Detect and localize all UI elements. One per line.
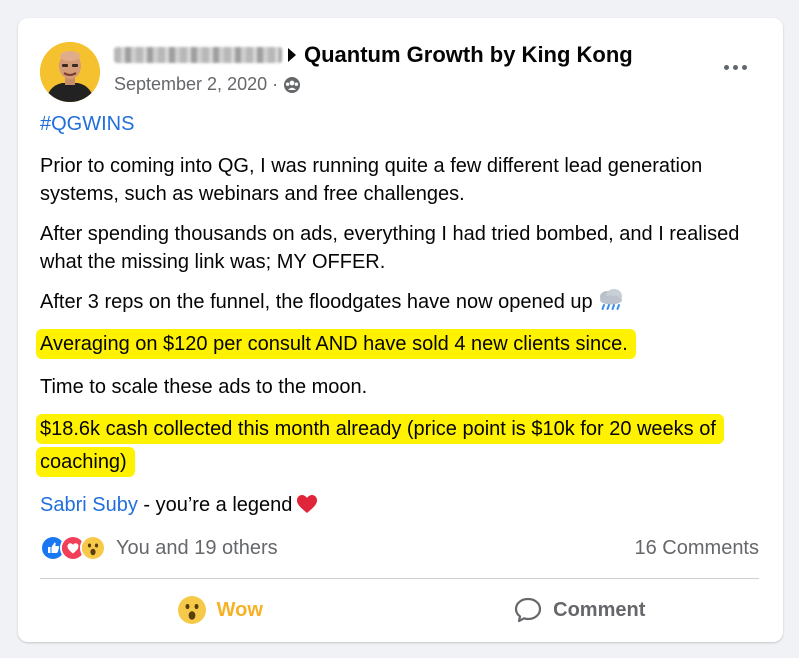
wow-icon bbox=[80, 535, 106, 561]
heart-icon bbox=[297, 495, 318, 513]
highlighted-paragraph: $18.6k cash collected this month already… bbox=[36, 413, 731, 479]
reaction-icons[interactable] bbox=[40, 535, 106, 561]
post-meta: September 2, 2020 · bbox=[114, 74, 301, 95]
wow-label: Wow bbox=[216, 598, 263, 621]
highlight-text: Averaging on $120 per consult AND have s… bbox=[36, 329, 636, 359]
post-paragraph: Prior to coming into QG, I was running q… bbox=[40, 155, 703, 205]
wow-reaction-button[interactable]: Wow bbox=[40, 584, 400, 636]
post-header: Quantum Growth by King Kong September 2,… bbox=[40, 38, 763, 102]
comment-icon bbox=[515, 597, 542, 623]
reactions-summary: You and 19 others 16 Comments bbox=[40, 532, 759, 564]
more-options-icon[interactable] bbox=[717, 52, 753, 82]
author-avatar[interactable] bbox=[40, 42, 100, 102]
highlighted-paragraph: Averaging on $120 per consult AND have s… bbox=[36, 328, 761, 361]
author-line: Quantum Growth by King Kong bbox=[114, 40, 633, 70]
post-paragraph: Sabri Suby - you’re a legend bbox=[40, 491, 761, 519]
post-card: Quantum Growth by King Kong September 2,… bbox=[18, 18, 783, 642]
post-paragraph: After 3 reps on the funnel, the floodgat… bbox=[40, 288, 761, 316]
comment-label: Comment bbox=[553, 598, 646, 621]
highlight-text: $18.6k cash collected this month already… bbox=[36, 414, 724, 477]
comments-count[interactable]: 16 Comments bbox=[635, 537, 760, 560]
right-arrow-icon bbox=[288, 48, 296, 62]
group-name-link[interactable]: Quantum Growth by King Kong bbox=[304, 42, 633, 68]
wow-icon bbox=[177, 596, 206, 624]
comment-button[interactable]: Comment bbox=[400, 584, 760, 636]
post-paragraph: Time to scale these ads to the moon. bbox=[40, 376, 368, 398]
closing-text: - you’re a legend bbox=[137, 494, 293, 516]
post-body: #QGWINS Prior to coming into QG, I was r… bbox=[36, 110, 761, 519]
post-paragraph: After spending thousands on ads, everyth… bbox=[40, 223, 740, 273]
hashtag-link[interactable]: #QGWINS bbox=[40, 110, 134, 138]
paragraph-text: After 3 reps on the funnel, the floodgat… bbox=[40, 291, 593, 313]
mention-link[interactable]: Sabri Suby bbox=[40, 494, 138, 516]
group-members-icon[interactable] bbox=[283, 76, 301, 94]
post-date[interactable]: September 2, 2020 bbox=[114, 74, 267, 95]
author-name-blurred[interactable] bbox=[114, 47, 282, 63]
rain-cloud-icon bbox=[599, 289, 622, 310]
reactions-count[interactable]: You and 19 others bbox=[116, 537, 278, 560]
action-bar: Wow Comment bbox=[40, 584, 759, 636]
divider bbox=[40, 578, 759, 579]
meta-separator: · bbox=[272, 74, 279, 94]
